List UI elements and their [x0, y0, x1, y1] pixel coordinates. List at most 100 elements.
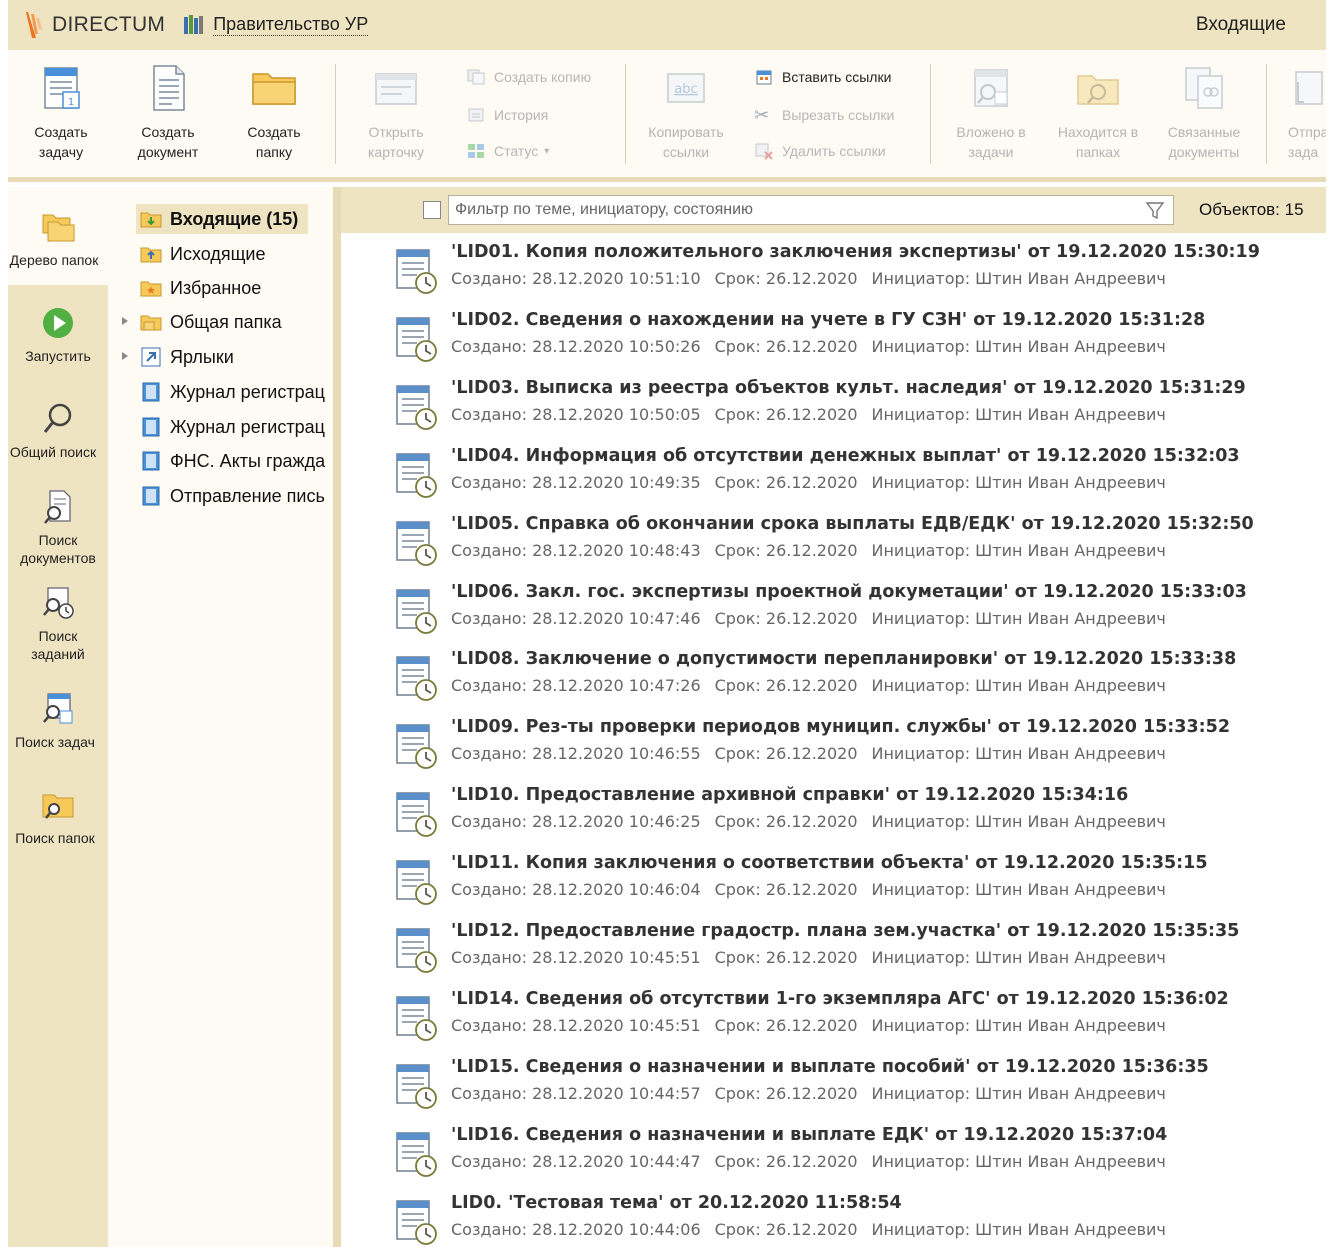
- paste-links-button[interactable]: Вставить ссылки: [754, 66, 891, 88]
- status-dropdown[interactable]: Статус ▾: [466, 140, 549, 162]
- in-folders-button[interactable]: Находится в папках: [1048, 62, 1148, 162]
- table-row[interactable]: 'LID12. Предоставление градостр. плана з…: [341, 917, 1326, 985]
- paste-icon: [754, 68, 774, 86]
- table-row[interactable]: 'LID14. Сведения об отсутствии 1-го экзе…: [341, 985, 1326, 1053]
- row-deadline: Срок: 26.12.2020: [714, 1151, 858, 1171]
- create-folder-button[interactable]: Создать папку: [224, 62, 324, 162]
- related-documents-label-2: документы: [1168, 144, 1240, 160]
- create-task-button[interactable]: 1 Создать задачу: [11, 62, 111, 162]
- filter-input[interactable]: Фильтр по теме, инициатору, состоянию: [448, 195, 1174, 225]
- delete-links-button[interactable]: Удалить ссылки: [754, 140, 886, 162]
- tree-item-journal[interactable]: ФНС. Акты гражда: [140, 446, 325, 476]
- row-title: 'LID12. Предоставление градостр. плана з…: [451, 921, 1240, 941]
- task-clock-icon: [393, 1129, 439, 1179]
- tree-item-inbox[interactable]: Входящие (15): [136, 204, 309, 234]
- cut-links-button[interactable]: ✂ Вырезать ссылки: [754, 104, 894, 126]
- expand-arrow-icon[interactable]: [122, 352, 128, 360]
- tree-item-shared-folder[interactable]: Общая папка: [140, 307, 282, 337]
- row-deadline: Срок: 26.12.2020: [714, 336, 858, 356]
- table-row[interactable]: 'LID16. Сведения о назначении и выплате …: [341, 1121, 1326, 1189]
- row-title: 'LID09. Рез-ты проверки периодов муницип…: [451, 717, 1231, 738]
- row-initiator: Инициатор: Штин Иван Андреевич: [871, 1015, 1166, 1035]
- expand-arrow-icon[interactable]: [122, 317, 128, 325]
- tree-item-journal[interactable]: Журнал регистрац: [140, 377, 325, 407]
- nav-folder-tree[interactable]: Дерево папок: [8, 187, 108, 285]
- send-task-button[interactable]: Отпра зада: [1270, 62, 1326, 162]
- task-clock-icon: [393, 450, 439, 500]
- funnel-icon[interactable]: [1145, 201, 1165, 221]
- task-clock-icon: [393, 382, 439, 432]
- tree-item-label: Журнал регистрац: [170, 381, 325, 402]
- select-all-checkbox[interactable]: [423, 201, 441, 219]
- send-task-label-1: Отпра: [1288, 124, 1326, 140]
- history-button[interactable]: История: [466, 104, 548, 126]
- tree-item-favorites[interactable]: ★ Избранное: [140, 273, 261, 303]
- row-created: Создано: 28.12.2020 10:44:47: [451, 1151, 701, 1171]
- panel-splitter[interactable]: [333, 187, 341, 1247]
- tree-item-journal[interactable]: Отправление пись: [140, 481, 325, 511]
- nav-run[interactable]: Запустить: [8, 305, 108, 365]
- inbox-folder-icon: [140, 209, 162, 229]
- tree-item-label: Исходящие: [170, 243, 266, 264]
- tree-item-label: Ярлыки: [170, 346, 234, 367]
- nav-job-search[interactable]: Поиск заданий: [8, 585, 108, 663]
- org-selector[interactable]: Правительство УР: [183, 14, 369, 36]
- table-row[interactable]: 'LID11. Копия заключения о соответствии …: [341, 849, 1326, 917]
- in-tasks-button[interactable]: Вложено в задачи: [941, 62, 1041, 162]
- related-documents-button[interactable]: Связанные документы: [1154, 62, 1254, 162]
- create-copy-button[interactable]: Создать копию: [466, 66, 591, 88]
- tree-item-shortcuts[interactable]: Ярлыки: [140, 342, 234, 372]
- star-folder-icon: ★: [140, 278, 162, 298]
- tree-item-journal[interactable]: Журнал регистрац: [140, 412, 325, 442]
- play-icon: [40, 305, 76, 341]
- row-meta: Создано: 28.12.2020 10:50:26 Срок: 26.12.…: [451, 337, 1180, 356]
- task-clock-icon: [393, 721, 439, 771]
- tree-item-label: ФНС. Акты гражда: [170, 450, 326, 471]
- table-row[interactable]: LID0. 'Тестовая тема' от 20.12.2020 11:5…: [341, 1189, 1326, 1247]
- table-row[interactable]: 'LID01. Копия положительного заключения …: [341, 238, 1326, 306]
- row-meta: Создано: 28.12.2020 10:47:26 Срок: 26.12.…: [451, 676, 1180, 695]
- org-name[interactable]: Правительство УР: [213, 14, 369, 36]
- row-meta: Создано: 28.12.2020 10:45:51 Срок: 26.12.…: [451, 948, 1180, 967]
- nav-task-search[interactable]: Поиск задач: [8, 691, 108, 751]
- row-created: Создано: 28.12.2020 10:46:25: [451, 812, 701, 832]
- table-row[interactable]: 'LID02. Сведения о нахождении на учете в…: [341, 306, 1326, 374]
- table-row[interactable]: 'LID10. Предоставление архивной справки'…: [341, 781, 1326, 849]
- table-row[interactable]: 'LID09. Рез-ты проверки периодов муницип…: [341, 713, 1326, 781]
- task-clock-icon: [393, 518, 439, 568]
- open-card-button[interactable]: Открыть карточку: [346, 62, 446, 162]
- row-created: Создано: 28.12.2020 10:49:35: [451, 472, 701, 492]
- task-clock-icon: [393, 993, 439, 1043]
- nav-folder-search[interactable]: Поиск папок: [8, 787, 108, 847]
- row-meta: Создано: 28.12.2020 10:45:51 Срок: 26.12.…: [451, 1016, 1180, 1035]
- nav-job-search-label-1: Поиск: [38, 628, 78, 644]
- table-row[interactable]: 'LID15. Сведения о назначении и выплате …: [341, 1053, 1326, 1121]
- job-search-icon: [40, 585, 76, 621]
- table-row[interactable]: 'LID04. Информация об отсутствии денежны…: [341, 442, 1326, 510]
- task-clock-icon: [393, 653, 439, 703]
- task-calendar-icon: 1: [37, 62, 85, 114]
- table-row[interactable]: 'LID05. Справка об окончании срока выпла…: [341, 510, 1326, 578]
- nav-general-search[interactable]: Общий поиск: [8, 401, 108, 461]
- window-title: Входящие: [1195, 14, 1286, 35]
- table-row[interactable]: 'LID06. Закл. гос. экспертизы проектной …: [341, 578, 1326, 646]
- create-document-button[interactable]: Создать документ: [118, 62, 218, 162]
- tree-item-outbox[interactable]: Исходящие: [140, 239, 265, 269]
- nav-job-search-label-2: заданий: [31, 646, 85, 662]
- row-meta: Создано: 28.12.2020 10:50:05 Срок: 26.12.…: [451, 405, 1180, 424]
- folder-icon: [250, 62, 298, 114]
- row-created: Создано: 28.12.2020 10:46:55: [451, 744, 701, 764]
- table-row[interactable]: 'LID08. Заключение о допустимости перепл…: [341, 645, 1326, 713]
- svg-text:1: 1: [68, 97, 74, 108]
- ribbon-toolbar: 1 Создать задачу Создать документ Создат…: [8, 50, 1326, 182]
- table-row[interactable]: 'LID03. Выписка из реестра объектов куль…: [341, 374, 1326, 442]
- journal-icon: [140, 382, 162, 402]
- copy-links-button[interactable]: abc Копировать ссылки: [636, 62, 736, 162]
- tree-item-label: Избранное: [170, 277, 262, 298]
- row-deadline: Срок: 26.12.2020: [714, 948, 858, 967]
- nav-task-search-label: Поиск задач: [15, 734, 95, 750]
- directum-logo-icon: [22, 10, 46, 40]
- nav-document-search[interactable]: Поиск документов: [8, 489, 108, 567]
- open-card-label-2: карточку: [367, 144, 424, 160]
- row-initiator: Инициатор: Штин Иван Андреевич: [871, 948, 1166, 967]
